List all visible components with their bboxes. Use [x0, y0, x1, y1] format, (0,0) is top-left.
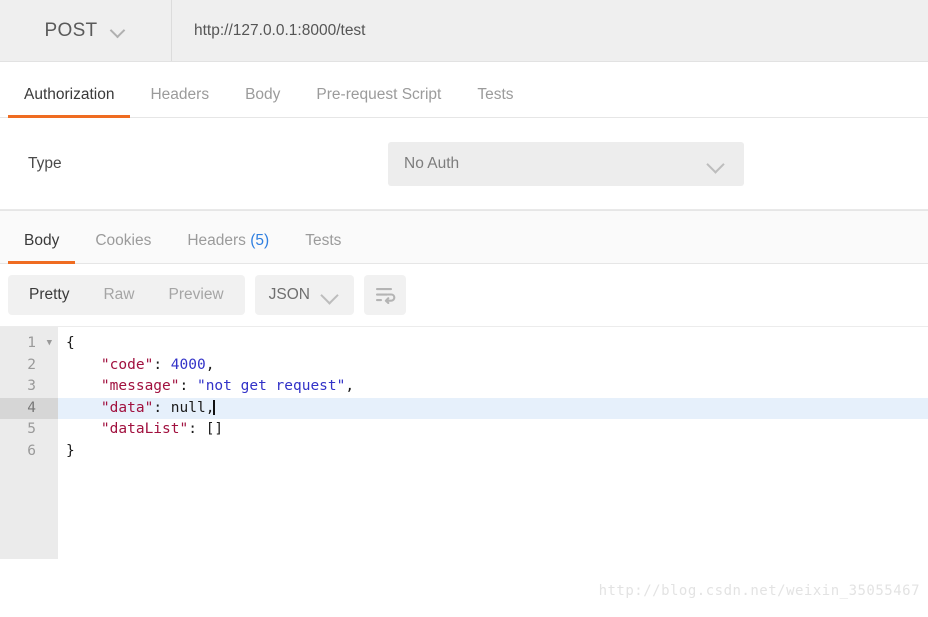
auth-type-dropdown[interactable]: No Auth — [388, 141, 744, 186]
watermark-text: http://blog.csdn.net/weixin_35055467 — [598, 583, 920, 599]
chevron-down-icon — [111, 23, 126, 38]
chevron-down-icon — [708, 155, 726, 173]
tab-tests[interactable]: Tests — [459, 86, 531, 117]
response-tab-tests[interactable]: Tests — [287, 232, 359, 263]
text-cursor — [213, 399, 215, 415]
response-tab-body[interactable]: Body — [6, 232, 77, 264]
http-method-label: POST — [44, 19, 98, 41]
line-number: 3 — [27, 378, 36, 394]
response-format-dropdown[interactable]: JSON — [254, 275, 354, 315]
view-mode-raw[interactable]: Raw — [86, 275, 151, 315]
auth-type-label: Type — [28, 154, 62, 172]
code-line-2: "code": 4000, — [100, 356, 215, 373]
tab-body[interactable]: Body — [227, 86, 298, 117]
tab-pre-request-script[interactable]: Pre-request Script — [298, 86, 459, 117]
request-url-bar: POST http://127.0.0.1:8000/test — [0, 0, 928, 62]
response-headers-count: (5) — [250, 232, 270, 249]
authorization-type-row: Type No Auth — [0, 118, 928, 210]
code-line-3: "message": "not get request", — [100, 378, 355, 394]
response-tab-cookies[interactable]: Cookies — [77, 232, 169, 263]
code-line-5: "dataList": [] — [100, 421, 224, 437]
line-number: 5 — [27, 421, 36, 437]
response-tab-cookies-label: Cookies — [95, 232, 152, 249]
response-format-label: JSON — [268, 286, 310, 303]
line-number: 4 — [0, 397, 58, 419]
line-number-value: 1 — [27, 335, 36, 351]
response-tab-tests-label: Tests — [305, 232, 342, 249]
wrap-lines-button[interactable] — [363, 275, 406, 315]
view-mode-preview[interactable]: Preview — [152, 275, 241, 315]
line-number: 2 — [27, 356, 36, 373]
response-view-mode-group: Pretty Raw Preview — [8, 275, 245, 315]
chevron-down-icon — [322, 286, 340, 304]
code-content[interactable]: { "code": 4000, "message": "not get requ… — [58, 327, 928, 559]
response-tab-body-label: Body — [24, 232, 60, 249]
response-tab-bar: Body Cookies Headers (5) Tests — [0, 210, 928, 264]
http-method-dropdown[interactable]: POST — [0, 0, 172, 61]
response-tab-headers-label: Headers — [187, 232, 246, 249]
auth-type-value: No Auth — [404, 154, 460, 172]
code-line-6: } — [66, 442, 75, 459]
code-line-1: { — [66, 335, 75, 351]
fold-toggle-icon[interactable]: ▼ — [42, 333, 52, 355]
tab-authorization[interactable]: Authorization — [6, 86, 132, 118]
response-body-viewer[interactable]: 1 ▼ 2 3 4 5 6 { "code": 4000, "message":… — [0, 327, 928, 559]
tab-headers[interactable]: Headers — [132, 86, 227, 117]
response-tab-headers[interactable]: Headers (5) — [169, 232, 287, 263]
view-mode-pretty[interactable]: Pretty — [12, 275, 86, 315]
response-toolbar: Pretty Raw Preview JSON — [0, 264, 928, 327]
request-tab-bar: Authorization Headers Body Pre-request S… — [0, 62, 928, 118]
line-number-gutter: 1 ▼ 2 3 4 5 6 — [0, 327, 58, 559]
code-line-4: "data": null, — [58, 397, 928, 419]
line-number: 6 — [27, 442, 36, 459]
url-input[interactable]: http://127.0.0.1:8000/test — [172, 0, 928, 61]
wrap-lines-icon — [375, 288, 396, 304]
line-number: 1 ▼ — [0, 333, 58, 355]
